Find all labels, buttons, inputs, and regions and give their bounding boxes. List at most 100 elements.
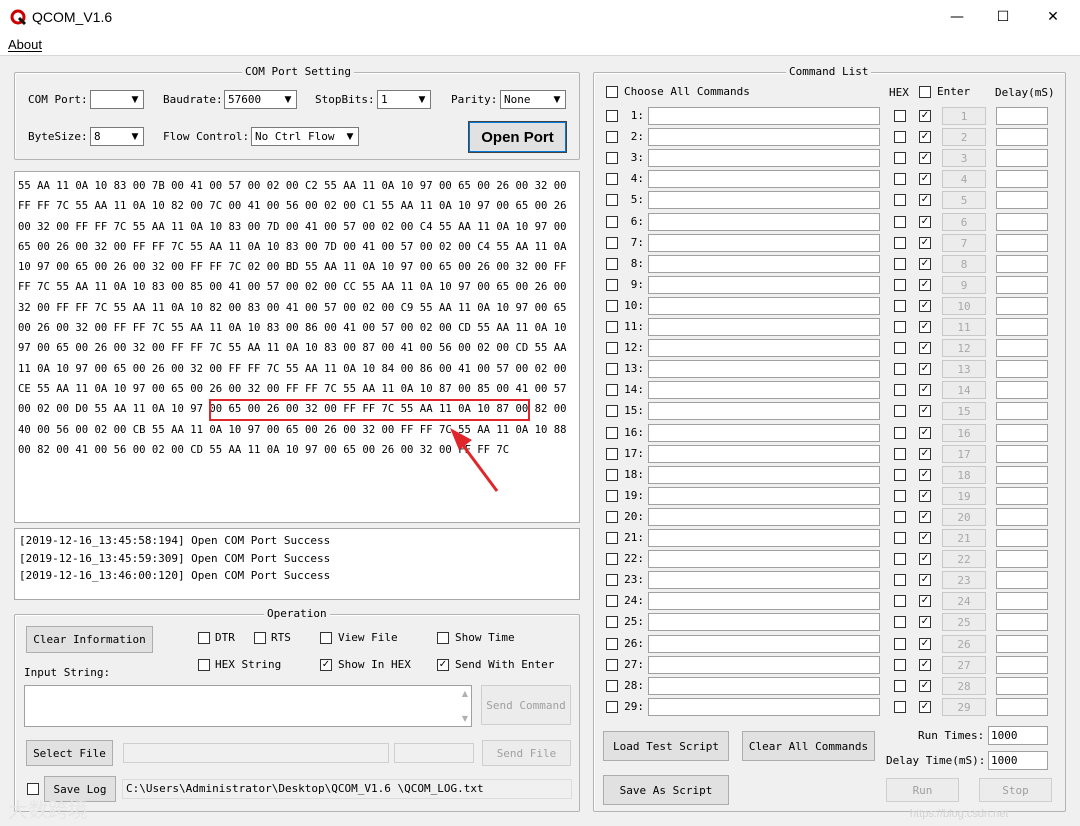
- command-enter-checkbox[interactable]: [919, 279, 931, 291]
- command-hex-checkbox[interactable]: [894, 194, 906, 206]
- input-string-field[interactable]: ▲ ▼: [24, 685, 472, 727]
- command-hex-checkbox[interactable]: [894, 490, 906, 502]
- command-input[interactable]: [648, 698, 880, 716]
- command-send-button[interactable]: 25: [942, 613, 986, 631]
- command-hex-checkbox[interactable]: [894, 595, 906, 607]
- flow-control-select[interactable]: No Ctrl Flow ▼: [251, 127, 359, 146]
- command-select-checkbox[interactable]: [606, 595, 618, 607]
- command-input[interactable]: [648, 635, 880, 653]
- command-send-button[interactable]: 21: [942, 529, 986, 547]
- command-send-button[interactable]: 7: [942, 234, 986, 252]
- baudrate-select[interactable]: 57600 ▼: [224, 90, 297, 109]
- command-input[interactable]: [648, 234, 880, 252]
- command-input[interactable]: [648, 297, 880, 315]
- command-input[interactable]: [648, 191, 880, 209]
- command-send-button[interactable]: 29: [942, 698, 986, 716]
- command-send-button[interactable]: 16: [942, 424, 986, 442]
- command-hex-checkbox[interactable]: [894, 363, 906, 375]
- command-hex-checkbox[interactable]: [894, 216, 906, 228]
- command-send-button[interactable]: 6: [942, 213, 986, 231]
- command-delay-input[interactable]: [996, 107, 1048, 125]
- command-delay-input[interactable]: [996, 529, 1048, 547]
- command-enter-checkbox[interactable]: [919, 237, 931, 249]
- stop-button[interactable]: Stop: [979, 778, 1052, 802]
- command-select-checkbox[interactable]: [606, 427, 618, 439]
- command-send-button[interactable]: 28: [942, 677, 986, 695]
- command-hex-checkbox[interactable]: [894, 616, 906, 628]
- command-select-checkbox[interactable]: [606, 110, 618, 122]
- command-send-button[interactable]: 13: [942, 360, 986, 378]
- command-send-button[interactable]: 18: [942, 466, 986, 484]
- close-button[interactable]: ✕: [1030, 0, 1076, 34]
- send-with-enter-checkbox[interactable]: [437, 659, 449, 671]
- command-hex-checkbox[interactable]: [894, 321, 906, 333]
- command-hex-checkbox[interactable]: [894, 427, 906, 439]
- command-select-checkbox[interactable]: [606, 131, 618, 143]
- enter-all-checkbox[interactable]: [919, 86, 931, 98]
- command-hex-checkbox[interactable]: [894, 237, 906, 249]
- command-send-button[interactable]: 11: [942, 318, 986, 336]
- command-delay-input[interactable]: [996, 487, 1048, 505]
- command-enter-checkbox[interactable]: [919, 216, 931, 228]
- command-select-checkbox[interactable]: [606, 384, 618, 396]
- com-port-select[interactable]: ▼: [90, 90, 144, 109]
- command-select-checkbox[interactable]: [606, 511, 618, 523]
- command-delay-input[interactable]: [996, 149, 1048, 167]
- command-input[interactable]: [648, 656, 880, 674]
- command-send-button[interactable]: 26: [942, 635, 986, 653]
- send-file-button[interactable]: Send File: [482, 740, 571, 766]
- command-enter-checkbox[interactable]: [919, 300, 931, 312]
- command-input[interactable]: [648, 318, 880, 336]
- bytesize-select[interactable]: 8 ▼: [90, 127, 144, 146]
- command-delay-input[interactable]: [996, 635, 1048, 653]
- command-delay-input[interactable]: [996, 191, 1048, 209]
- command-input[interactable]: [648, 339, 880, 357]
- command-hex-checkbox[interactable]: [894, 659, 906, 671]
- command-enter-checkbox[interactable]: [919, 532, 931, 544]
- command-select-checkbox[interactable]: [606, 173, 618, 185]
- command-send-button[interactable]: 20: [942, 508, 986, 526]
- command-select-checkbox[interactable]: [606, 279, 618, 291]
- command-enter-checkbox[interactable]: [919, 363, 931, 375]
- command-hex-checkbox[interactable]: [894, 342, 906, 354]
- command-delay-input[interactable]: [996, 170, 1048, 188]
- command-enter-checkbox[interactable]: [919, 258, 931, 270]
- command-send-button[interactable]: 19: [942, 487, 986, 505]
- command-input[interactable]: [648, 487, 880, 505]
- command-input[interactable]: [648, 677, 880, 695]
- command-delay-input[interactable]: [996, 445, 1048, 463]
- command-hex-checkbox[interactable]: [894, 638, 906, 650]
- command-hex-checkbox[interactable]: [894, 511, 906, 523]
- choose-all-checkbox[interactable]: [606, 86, 618, 98]
- command-delay-input[interactable]: [996, 466, 1048, 484]
- command-delay-input[interactable]: [996, 656, 1048, 674]
- command-send-button[interactable]: 10: [942, 297, 986, 315]
- command-hex-checkbox[interactable]: [894, 258, 906, 270]
- command-input[interactable]: [648, 550, 880, 568]
- command-enter-checkbox[interactable]: [919, 384, 931, 396]
- command-hex-checkbox[interactable]: [894, 110, 906, 122]
- command-select-checkbox[interactable]: [606, 532, 618, 544]
- command-enter-checkbox[interactable]: [919, 194, 931, 206]
- command-select-checkbox[interactable]: [606, 701, 618, 713]
- command-input[interactable]: [648, 508, 880, 526]
- command-delay-input[interactable]: [996, 234, 1048, 252]
- command-input[interactable]: [648, 466, 880, 484]
- command-input[interactable]: [648, 402, 880, 420]
- command-send-button[interactable]: 27: [942, 656, 986, 674]
- command-input[interactable]: [648, 571, 880, 589]
- command-send-button[interactable]: 12: [942, 339, 986, 357]
- command-send-button[interactable]: 22: [942, 550, 986, 568]
- parity-select[interactable]: None ▼: [500, 90, 566, 109]
- show-time-checkbox[interactable]: [437, 632, 449, 644]
- command-input[interactable]: [648, 128, 880, 146]
- command-send-button[interactable]: 1: [942, 107, 986, 125]
- command-delay-input[interactable]: [996, 381, 1048, 399]
- command-delay-input[interactable]: [996, 424, 1048, 442]
- command-delay-input[interactable]: [996, 508, 1048, 526]
- command-select-checkbox[interactable]: [606, 659, 618, 671]
- menu-about[interactable]: About: [8, 37, 42, 52]
- command-delay-input[interactable]: [996, 276, 1048, 294]
- command-hex-checkbox[interactable]: [894, 448, 906, 460]
- command-delay-input[interactable]: [996, 255, 1048, 273]
